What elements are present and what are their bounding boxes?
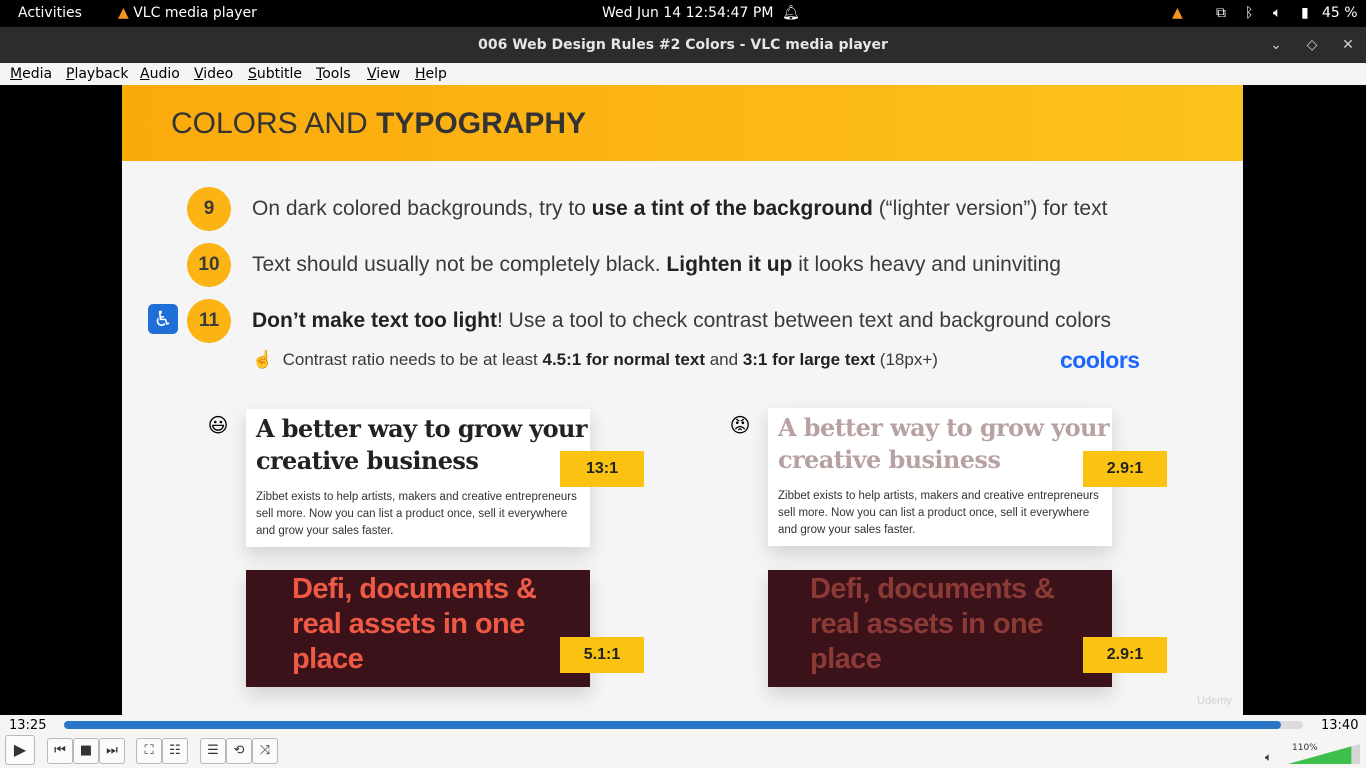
card-headline: Defi, documents & real assets in one place: [292, 573, 537, 675]
contrast-ratio-badge: 13:1: [560, 451, 644, 487]
menu-view[interactable]: View: [367, 66, 400, 82]
shuffle-button[interactable]: ⤨: [252, 738, 278, 764]
card-body: Zibbet exists to help artists, makers an…: [778, 490, 1099, 536]
video-area[interactable]: COLORS AND TYPOGRAPHY 9 On dark colored …: [0, 85, 1366, 715]
card-headline: A better way to grow your creative busine…: [778, 413, 1110, 474]
menu-tools[interactable]: Tools: [316, 66, 351, 82]
bell-icon: 🔔︎: [782, 5, 800, 21]
rule-10: 10 Text should usually not be completely…: [122, 243, 1243, 287]
fullscreen-button[interactable]: ⛶: [136, 738, 162, 764]
activities-button[interactable]: Activities: [18, 5, 82, 21]
menu-playback[interactable]: Playback: [66, 66, 128, 82]
play-icon: ▶: [13, 740, 27, 759]
video-frame-slide: COLORS AND TYPOGRAPHY 9 On dark colored …: [122, 85, 1243, 715]
playlist-button[interactable]: ☰: [200, 738, 226, 764]
slide-title: COLORS AND TYPOGRAPHY: [171, 107, 587, 140]
smiley-emoji-icon: 😃: [207, 413, 229, 437]
rule-9: 9 On dark colored backgrounds, try to us…: [122, 187, 1243, 231]
loop-button[interactable]: ⟲: [226, 738, 252, 764]
equalizer-icon: ☷: [169, 743, 181, 758]
battery-icon[interactable]: ▮: [1301, 5, 1309, 21]
window-title: 006 Web Design Rules #2 Colors - VLC med…: [478, 37, 888, 53]
bluetooth-icon[interactable]: ᛒ: [1245, 5, 1253, 21]
fullscreen-icon: ⛶: [144, 743, 154, 758]
menu-help[interactable]: Help: [415, 66, 447, 82]
next-button[interactable]: ⏭: [99, 738, 125, 764]
close-icon[interactable]: ✕: [1339, 36, 1357, 54]
slide-header: COLORS AND TYPOGRAPHY: [122, 85, 1243, 161]
volume-icon[interactable]: 🔈︎: [1265, 750, 1272, 765]
stop-icon: ■: [79, 743, 93, 758]
menu-media[interactable]: Media: [10, 66, 52, 82]
rule-11: 11 Don’t make text too light! Use a tool…: [122, 299, 1243, 343]
pointing-hand-icon: ☝: [252, 350, 274, 369]
window-title-bar[interactable]: 006 Web Design Rules #2 Colors - VLC med…: [0, 27, 1366, 63]
card-headline: A better way to grow your creative busine…: [256, 414, 588, 475]
rule-number: 11: [187, 299, 231, 343]
shuffle-icon: ⤨: [259, 743, 271, 758]
rule-number: 9: [187, 187, 231, 231]
contrast-ratio-badge: 2.9:1: [1083, 637, 1167, 673]
total-time[interactable]: 13:40: [1321, 718, 1358, 733]
extended-settings-button[interactable]: ☷: [162, 738, 188, 764]
vlc-tray-icon[interactable]: ▲: [1172, 5, 1183, 21]
previous-icon: ⏮: [54, 743, 66, 758]
accessibility-icon: ♿: [148, 304, 178, 334]
window-switch-icon[interactable]: ⧉: [1216, 5, 1226, 21]
rule-text: Text should usually not be completely bl…: [252, 253, 1061, 276]
rule-number: 10: [187, 243, 231, 287]
elapsed-time[interactable]: 13:25: [9, 718, 46, 733]
app-menu[interactable]: ▲ VLC media player: [118, 5, 257, 21]
card-headline: Defi, documents & real assets in one place: [810, 573, 1055, 675]
next-icon: ⏭: [106, 743, 118, 758]
clock[interactable]: Wed Jun 14 12:54:47 PM: [602, 5, 773, 21]
minimize-icon[interactable]: ⌄: [1267, 36, 1285, 54]
vlc-cone-icon: ▲: [118, 5, 129, 21]
volume-percent: 110%: [1292, 743, 1318, 753]
coolors-logo: coolors: [1060, 347, 1140, 373]
udemy-watermark: Udemy: [1197, 695, 1232, 707]
contrast-ratio-badge: 5.1:1: [560, 637, 644, 673]
rule-text: Don’t make text too light! Use a tool to…: [252, 309, 1112, 332]
bad-light-card: A better way to grow your creative busine…: [768, 408, 1112, 546]
good-light-card: A better way to grow your creative busine…: [246, 409, 590, 547]
card-body: Zibbet exists to help artists, makers an…: [256, 491, 577, 537]
stop-button[interactable]: ■: [73, 738, 99, 764]
loop-icon: ⟲: [233, 743, 245, 758]
good-dark-card: Defi, documents & real assets in one place: [246, 570, 590, 687]
contrast-note: ☝ Contrast ratio needs to be at least 4.…: [252, 350, 938, 369]
system-top-bar: Activities ▲ VLC media player Wed Jun 14…: [0, 0, 1366, 27]
app-name: VLC media player: [133, 5, 257, 21]
battery-percent: 45 %: [1322, 5, 1358, 21]
play-button[interactable]: ▶: [5, 735, 35, 765]
menu-audio[interactable]: Audio: [140, 66, 180, 82]
angry-emoji-icon: 😡: [729, 413, 751, 437]
bad-dark-card: Defi, documents & real assets in one place: [768, 570, 1112, 687]
player-controls: 13:25 13:40 ▶ ⏮ ■ ⏭ ⛶ ☷ ☰ ⟲ ⤨ 🔈︎ 110%: [0, 715, 1366, 768]
rule-text: On dark colored backgrounds, try to use …: [252, 197, 1108, 220]
seek-slider[interactable]: [64, 721, 1303, 729]
speaker-icon[interactable]: 🔈︎: [1273, 5, 1281, 21]
playlist-icon: ☰: [207, 743, 219, 758]
menu-subtitle[interactable]: Subtitle: [248, 66, 302, 82]
menu-video[interactable]: Video: [194, 66, 233, 82]
maximize-icon[interactable]: ◇: [1303, 36, 1321, 54]
menu-bar: Media Playback Audio Video Subtitle Tool…: [0, 63, 1366, 85]
contrast-ratio-badge: 2.9:1: [1083, 451, 1167, 487]
seek-progress: [64, 721, 1281, 729]
previous-button[interactable]: ⏮: [47, 738, 73, 764]
